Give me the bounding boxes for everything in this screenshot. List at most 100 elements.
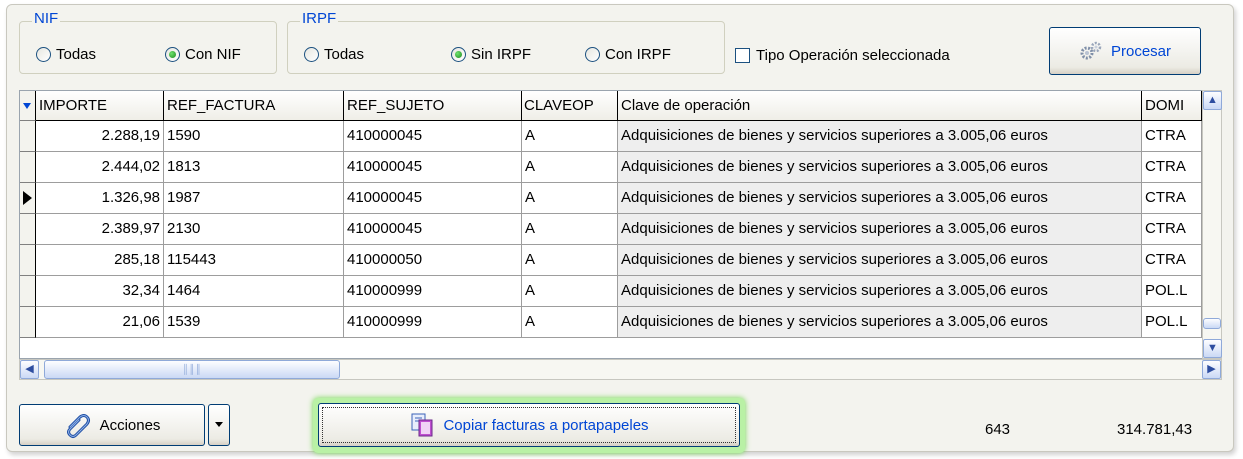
table-row[interactable]: 21,06 1539 410000999 A Adquisiciones de bien…	[20, 307, 1213, 338]
irpf-radio-todas[interactable]: Todas	[304, 44, 364, 64]
cell-ref-sujeto[interactable]: 410000045	[344, 121, 522, 152]
cell-domi[interactable]: CTRA	[1142, 183, 1202, 214]
cell-claveop[interactable]: A	[522, 183, 618, 214]
table-row[interactable]: 2.288,19 1590 410000045 A Adquisiciones de b…	[20, 121, 1213, 152]
cell-clave-operacion[interactable]: Adquisiciones de bienes y servicios supe…	[618, 307, 1142, 338]
table-row[interactable]: 1.326,98 1987 410000045 A Adquisiciones de b…	[20, 183, 1213, 214]
cell-ref-factura[interactable]: 1539	[164, 307, 344, 338]
column-header-ref-factura[interactable]: REF_FACTURA	[164, 91, 344, 121]
cell-claveop[interactable]: A	[522, 152, 618, 183]
copiar-facturas-button[interactable]: Copiar facturas a portapapeles	[318, 403, 740, 447]
acciones-button[interactable]: Acciones	[19, 404, 205, 446]
cell-clave-operacion[interactable]: Adquisiciones de bienes y servicios supe…	[618, 183, 1142, 214]
row-indicator[interactable]	[20, 121, 36, 152]
cell-clave-operacion[interactable]: Adquisiciones de bienes y servicios supe…	[618, 121, 1142, 152]
radio-label: Todas	[56, 45, 97, 63]
radio-icon	[36, 46, 51, 62]
nif-radio-todas[interactable]: Todas	[36, 44, 96, 64]
cell-importe[interactable]: 2.288,19	[36, 121, 164, 152]
radio-icon	[585, 46, 600, 62]
row-indicator[interactable]	[20, 214, 36, 245]
column-header-clave-operacion[interactable]: Clave de operación	[618, 91, 1142, 121]
cell-ref-sujeto[interactable]: 410000045	[344, 152, 522, 183]
cell-claveop[interactable]: A	[522, 276, 618, 307]
procesar-label: Procesar	[1110, 42, 1172, 60]
window: NIF Todas Con NIF IRPF Todas Sin IRPF Co…	[6, 4, 1234, 453]
header-indicator	[20, 91, 36, 121]
nif-group-title: NIF	[32, 10, 61, 28]
cell-claveop[interactable]: A	[522, 214, 618, 245]
table-row[interactable]: 285,18 115443 410000050 A Adquisiciones de b…	[20, 245, 1213, 276]
radio-checked-icon	[451, 46, 466, 62]
cell-ref-factura[interactable]: 115443	[164, 245, 344, 276]
table-row[interactable]: 2.444,02 1813 410000045 A Adquisiciones de b…	[20, 152, 1213, 183]
cell-claveop[interactable]: A	[522, 245, 618, 276]
cell-claveop[interactable]: A	[522, 307, 618, 338]
radio-label: Con IRPF	[605, 45, 671, 63]
cell-ref-factura[interactable]: 1987	[164, 183, 344, 214]
scroll-left-icon[interactable]: ◀	[20, 360, 39, 379]
sort-down-icon	[23, 103, 31, 109]
cell-clave-operacion[interactable]: Adquisiciones de bienes y servicios supe…	[618, 214, 1142, 245]
vertical-scrollbar[interactable]: ▲ ▼	[1202, 90, 1222, 359]
dropdown-arrow-icon	[215, 422, 223, 427]
nif-radio-con-nif[interactable]: Con NIF	[165, 44, 241, 64]
cell-importe[interactable]: 2.444,02	[36, 152, 164, 183]
cell-clave-operacion[interactable]: Adquisiciones de bienes y servicios supe…	[618, 152, 1142, 183]
cell-importe[interactable]: 285,18	[36, 245, 164, 276]
horizontal-scrollbar[interactable]: ◀ ║║║ ▶	[19, 359, 1222, 380]
vertical-scroll-thumb[interactable]	[1203, 318, 1221, 329]
cell-ref-sujeto[interactable]: 410000999	[344, 276, 522, 307]
radio-checked-icon	[165, 46, 180, 62]
row-indicator[interactable]	[20, 307, 36, 338]
scroll-up-icon[interactable]: ▲	[1203, 91, 1222, 110]
cell-ref-sujeto[interactable]: 410000045	[344, 183, 522, 214]
gears-icon	[1080, 41, 1102, 60]
cell-domi[interactable]: CTRA	[1142, 245, 1202, 276]
cell-importe[interactable]: 1.326,98	[36, 183, 164, 214]
paperclip-icon	[66, 414, 90, 438]
column-header-importe[interactable]: IMPORTE	[36, 91, 164, 121]
cell-ref-factura[interactable]: 2130	[164, 214, 344, 245]
tipo-operacion-label: Tipo Operación seleccionada	[756, 47, 950, 64]
scroll-right-icon[interactable]: ▶	[1202, 360, 1221, 379]
cell-domi[interactable]: CTRA	[1142, 121, 1202, 152]
procesar-button[interactable]: Procesar	[1049, 27, 1201, 75]
row-indicator[interactable]	[20, 152, 36, 183]
cell-domi[interactable]: CTRA	[1142, 214, 1202, 245]
cell-importe[interactable]: 2.389,97	[36, 214, 164, 245]
radio-label: Todas	[324, 45, 365, 63]
table-row[interactable]: 32,34 1464 410000999 A Adquisiciones de bien…	[20, 276, 1213, 307]
column-header-claveop[interactable]: CLAVEOP	[522, 91, 618, 121]
cell-domi[interactable]: POL.L	[1142, 276, 1202, 307]
cell-ref-factura[interactable]: 1813	[164, 152, 344, 183]
radio-label: Sin IRPF	[471, 45, 532, 63]
cell-claveop[interactable]: A	[522, 121, 618, 152]
cell-domi[interactable]: POL.L	[1142, 307, 1202, 338]
cell-domi[interactable]: CTRA	[1142, 152, 1202, 183]
column-header-ref-sujeto[interactable]: REF_SUJETO	[344, 91, 522, 121]
checkbox-icon	[735, 48, 750, 63]
cell-importe[interactable]: 32,34	[36, 276, 164, 307]
table-row[interactable]: 2.389,97 2130 410000045 A Adquisiciones de b…	[20, 214, 1213, 245]
grid-header: IMPORTE REF_FACTURA REF_SUJETO CLAVEOP C…	[20, 91, 1213, 121]
tipo-operacion-checkbox[interactable]: Tipo Operación seleccionada	[735, 47, 950, 64]
cell-ref-sujeto[interactable]: 410000050	[344, 245, 522, 276]
cell-clave-operacion[interactable]: Adquisiciones de bienes y servicios supe…	[618, 245, 1142, 276]
horizontal-scroll-thumb[interactable]: ║║║	[44, 360, 340, 379]
irpf-radio-sin-irpf[interactable]: Sin IRPF	[451, 44, 531, 64]
irpf-radio-con-irpf[interactable]: Con IRPF	[585, 44, 671, 64]
scroll-down-icon[interactable]: ▼	[1203, 339, 1222, 358]
cell-ref-sujeto[interactable]: 410000999	[344, 307, 522, 338]
cell-ref-sujeto[interactable]: 410000045	[344, 214, 522, 245]
cell-ref-factura[interactable]: 1590	[164, 121, 344, 152]
cell-clave-operacion[interactable]: Adquisiciones de bienes y servicios supe…	[618, 276, 1142, 307]
acciones-dropdown-button[interactable]	[208, 404, 230, 446]
current-row-arrow-icon[interactable]	[20, 183, 36, 214]
column-header-domi[interactable]: DOMI	[1142, 91, 1202, 121]
row-indicator[interactable]	[20, 276, 36, 307]
row-indicator[interactable]	[20, 245, 36, 276]
cell-ref-factura[interactable]: 1464	[164, 276, 344, 307]
cell-importe[interactable]: 21,06	[36, 307, 164, 338]
invoice-grid[interactable]: IMPORTE REF_FACTURA REF_SUJETO CLAVEOP C…	[19, 90, 1214, 359]
